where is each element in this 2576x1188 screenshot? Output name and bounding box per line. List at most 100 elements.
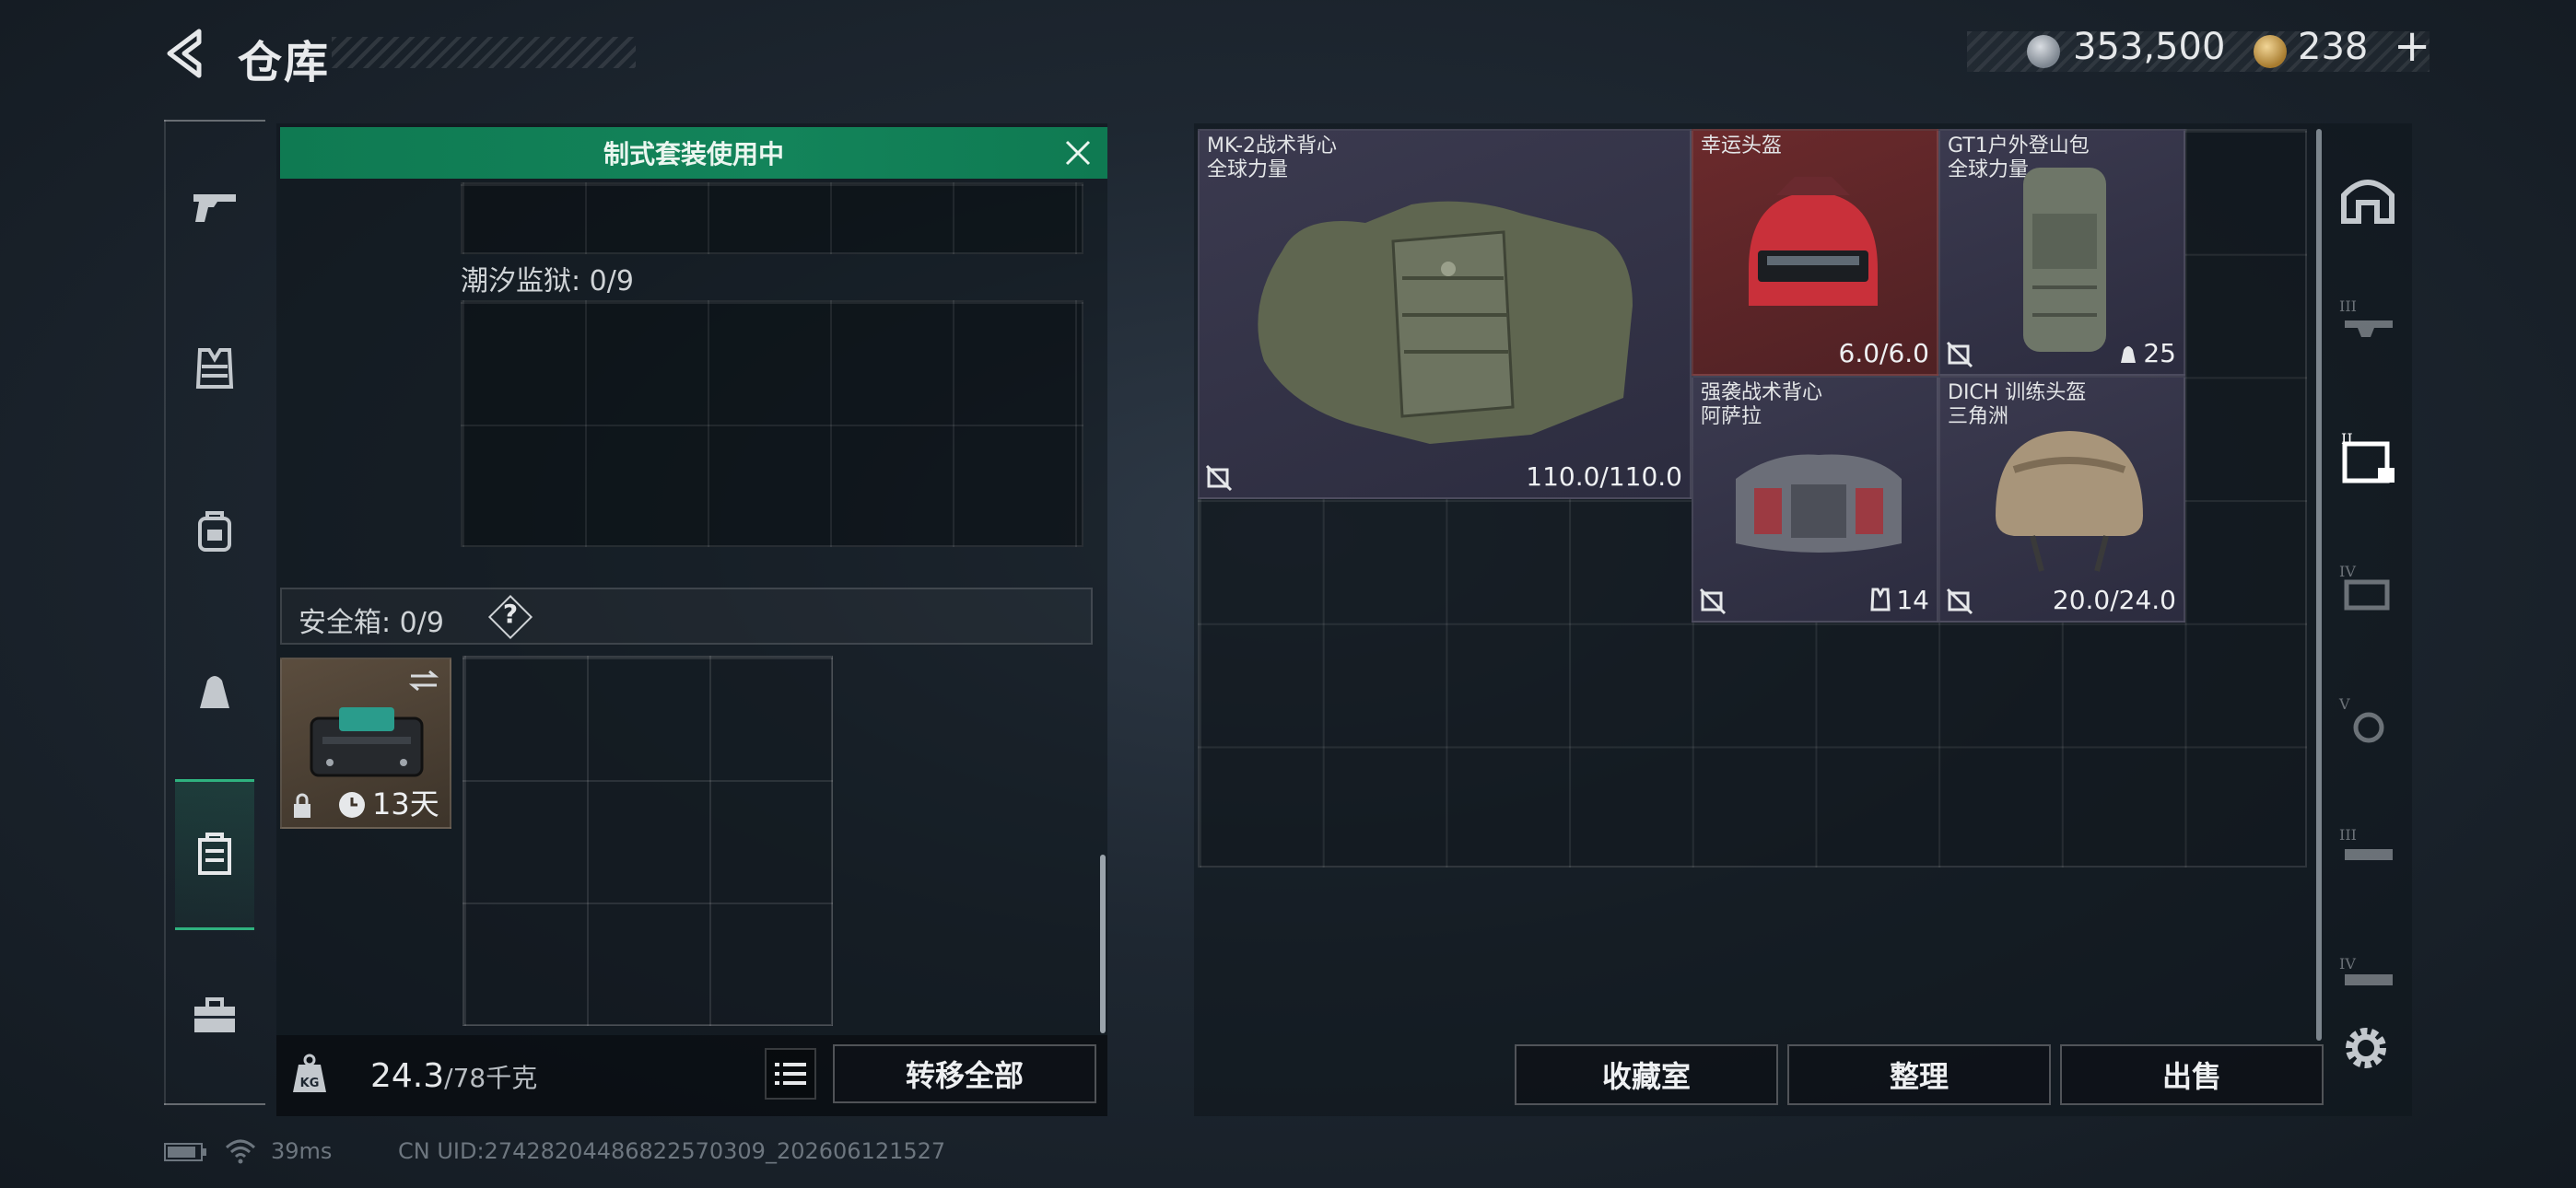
- gold-coin-icon: [2254, 35, 2287, 68]
- add-currency-button[interactable]: +: [2394, 20, 2430, 72]
- tier-4-vest-icon: IV: [2339, 563, 2390, 611]
- lock-icon: [294, 793, 310, 818]
- tier-4-item-icon: IV: [2339, 955, 2393, 985]
- nav-item-vest[interactable]: [175, 318, 254, 419]
- tactical-vest-icon: [1258, 201, 1633, 444]
- capacity-icon: [2121, 346, 2136, 363]
- bunker-icon: [2341, 180, 2395, 224]
- nav-item-toolbox[interactable]: [175, 965, 254, 1066]
- pistol-icon: [193, 194, 236, 222]
- storage-item-dich-helmet[interactable]: DICH 训练头盔 三角洲 20.0/24.0: [1938, 376, 2185, 623]
- close-icon[interactable]: [1060, 134, 1096, 171]
- loadout-scrollbar[interactable]: [1100, 855, 1106, 1033]
- left-nav: [164, 120, 265, 1105]
- tab-active-tier[interactable]: II: [2331, 420, 2405, 494]
- uid-readout: CN UID:2742820448682257030­9_20260612152…: [398, 1138, 946, 1164]
- tab-tier-3-weapon[interactable]: III: [2331, 285, 2405, 359]
- banner-text: 制式套装使用中: [603, 139, 784, 169]
- prison-container-grid[interactable]: [461, 300, 1083, 547]
- settings-gear-icon[interactable]: [2338, 1020, 2394, 1076]
- svg-text:V: V: [2338, 695, 2350, 713]
- help-button-label: ?: [502, 599, 519, 629]
- page-title: 仓库: [238, 37, 331, 88]
- item-title: GT1户外登山包: [1948, 134, 2090, 157]
- title-stripe: [332, 37, 636, 68]
- tab-tier-3-item[interactable]: III: [2331, 814, 2405, 888]
- weight-kg-icon: KG: [293, 1054, 326, 1092]
- safebox-icon: [198, 833, 231, 875]
- weight-current: 24.3: [370, 1057, 445, 1095]
- bind-icon: [1946, 588, 1973, 615]
- tier-3-item-icon: III: [2339, 826, 2393, 860]
- storage-item-gt1-backpack[interactable]: GT1户外登山包 全球力量 25: [1938, 129, 2185, 376]
- top-container-grid[interactable]: [461, 182, 1083, 254]
- vest-icon: [195, 348, 234, 389]
- gold-currency-amount: 238: [2298, 26, 2369, 68]
- ping-readout: 39ms: [271, 1138, 333, 1164]
- list-view-button[interactable]: [765, 1048, 816, 1100]
- swap-icon[interactable]: [407, 669, 440, 693]
- sell-button[interactable]: 出售: [2060, 1044, 2324, 1105]
- bind-icon: [1946, 341, 1973, 368]
- tab-tier-4-vest[interactable]: IV: [2331, 551, 2405, 624]
- nav-item-pouch[interactable]: [175, 641, 254, 742]
- weight-readout: 24.3/78千克: [370, 1057, 537, 1095]
- collection-room-button[interactable]: 收藏室: [1515, 1044, 1778, 1105]
- item-title: 强袭战术背心: [1701, 381, 1823, 404]
- storage-item-lucky-helmet[interactable]: 幸运头盔 6.0/6.0: [1692, 129, 1938, 376]
- item-durability: 6.0/6.0: [1838, 338, 1930, 368]
- item-title: DICH 训练头盔: [1948, 381, 2087, 404]
- battery-icon: [164, 1143, 206, 1161]
- nav-item-backpack[interactable]: [175, 481, 254, 582]
- svg-text:III: III: [2339, 297, 2357, 315]
- weight-max: /78千克: [444, 1063, 538, 1093]
- item-name: MK-2战术背心 全球力量: [1207, 134, 1337, 182]
- nav-item-weapons[interactable]: [175, 157, 254, 258]
- back-arrow-icon[interactable]: [162, 28, 210, 79]
- wifi-icon: [225, 1139, 256, 1164]
- prison-capacity-label: 潮汐监狱: 0/9: [461, 265, 634, 297]
- combat-helmet-icon: [1996, 431, 2143, 572]
- item-durability: 110.0/110.0: [1526, 461, 1682, 492]
- svg-text:IV: IV: [2339, 955, 2356, 973]
- safebox-case-icon: [310, 707, 424, 777]
- toolbox-icon: [194, 997, 235, 1032]
- safebox-duration: 13天: [372, 786, 439, 821]
- bind-icon: [1699, 588, 1727, 615]
- list-icon: [775, 1063, 806, 1085]
- item-capacity: 14: [1896, 585, 1929, 615]
- item-durability: 20.0/24.0: [2052, 585, 2176, 615]
- storage-scrollbar[interactable]: [2316, 129, 2322, 1041]
- transfer-all-button[interactable]: 转移全部: [833, 1044, 1096, 1103]
- safebox-item-card[interactable]: 13天: [280, 658, 451, 829]
- tab-tier-5[interactable]: V: [2331, 683, 2405, 757]
- loadout-banner: 制式套装使用中: [280, 127, 1107, 179]
- tier-3-weapon-icon: III: [2339, 297, 2393, 337]
- pouch-icon: [200, 676, 229, 708]
- item-name: 强袭战术背心 阿萨拉: [1701, 381, 1822, 429]
- active-tier-icon: II: [2341, 430, 2395, 483]
- safe-box-grid[interactable]: [463, 656, 833, 1026]
- safe-box-label: 安全箱: 0/9: [299, 607, 444, 639]
- organize-button[interactable]: 整理: [1787, 1044, 2051, 1105]
- storage-item-assault-vest[interactable]: 强袭战术背心 阿萨拉 14: [1692, 376, 1938, 623]
- svg-text:III: III: [2339, 826, 2357, 844]
- item-title: MK-2战术背心: [1207, 134, 1338, 157]
- svg-text:IV: IV: [2339, 563, 2356, 580]
- helmet-icon: [1749, 177, 1878, 306]
- assault-vest-icon: [1736, 454, 1902, 553]
- item-faction: 阿萨拉: [1701, 405, 1762, 428]
- svg-text:KG: KG: [300, 1077, 320, 1090]
- storage-item-mk2-vest[interactable]: MK-2战术背心 全球力量 110.0/110.0: [1198, 129, 1692, 499]
- vest-capacity-icon: [1870, 588, 1891, 611]
- silver-coin-icon: [2027, 35, 2060, 68]
- item-name: 幸运头盔: [1701, 134, 1783, 157]
- clock-icon: [339, 792, 365, 818]
- tier-5-icon: V: [2338, 695, 2384, 743]
- backpack-icon: [198, 511, 231, 552]
- nav-item-safebox[interactable]: [175, 779, 254, 930]
- tab-bunker[interactable]: [2331, 162, 2405, 236]
- backpack-item-icon: [2023, 168, 2106, 352]
- silver-currency-amount: 353,500: [2073, 26, 2226, 68]
- tab-tier-4-item[interactable]: IV: [2331, 938, 2405, 1011]
